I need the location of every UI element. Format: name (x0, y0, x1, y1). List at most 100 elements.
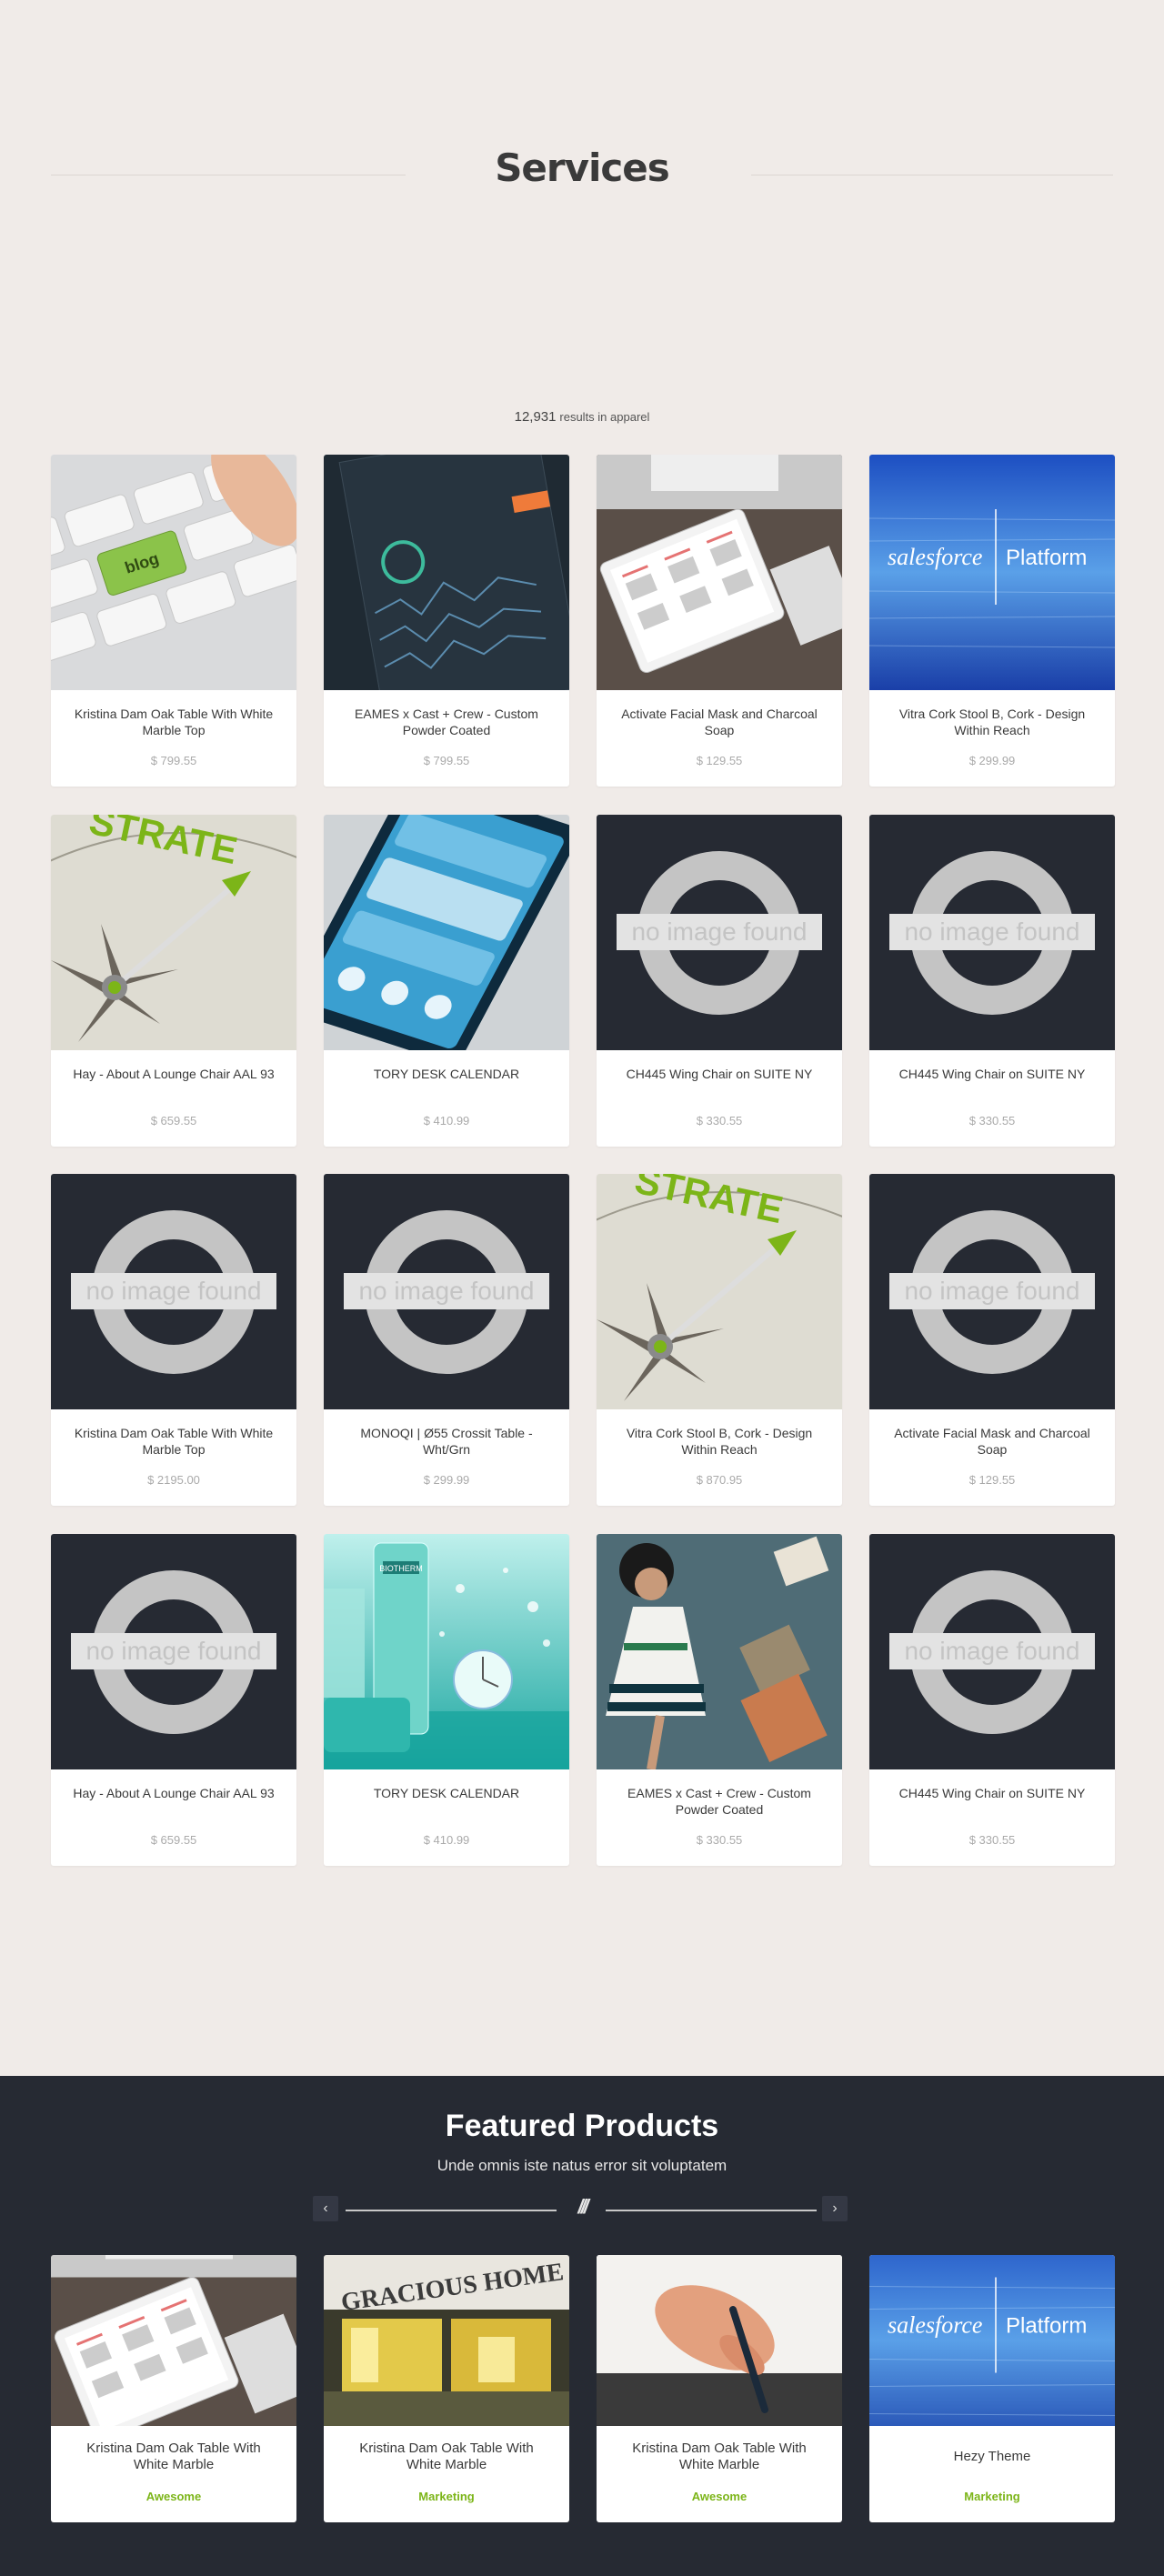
results-label: results in apparel (559, 410, 650, 424)
featured-title-text[interactable]: Hezy Theme (888, 2449, 1097, 2465)
product-card[interactable]: no image found CH445 Wing Chair on SUITE… (869, 1534, 1115, 1866)
product-card[interactable]: no image found CH445 Wing Chair on SUITE… (869, 815, 1115, 1147)
product-price: $ 2195.00 (147, 1473, 200, 1487)
product-card[interactable]: TORY DESK CALENDAR $ 410.99 (324, 815, 569, 1147)
svg-text:BIOTHERM: BIOTHERM (379, 1564, 423, 1573)
product-card[interactable]: blog Kristina Dam Oak Table With White M… (51, 455, 296, 787)
divider-slash-icon: /// (577, 2195, 588, 2218)
product-title[interactable]: Kristina Dam Oak Table With White Marble… (65, 1425, 283, 1458)
product-price: $ 870.95 (696, 1473, 743, 1487)
divider-line-left (346, 2210, 557, 2211)
featured-title-text[interactable]: Kristina Dam Oak Table With White Marble (69, 2441, 278, 2473)
product-price: $ 129.55 (968, 1473, 1016, 1487)
featured-card[interactable]: Kristina Dam Oak Table With White Marble… (597, 2255, 842, 2522)
product-image[interactable]: salesforce Platform (869, 455, 1115, 690)
product-card[interactable]: EAMES x Cast + Crew - Custom Powder Coat… (324, 455, 569, 787)
product-card[interactable]: no image found CH445 Wing Chair on SUITE… (597, 815, 842, 1147)
product-card[interactable]: STRATE Vitra Cork Stool B, Cork - Design… (597, 1174, 842, 1506)
no-image-label: no image found (85, 1637, 262, 1665)
no-image-label: no image found (904, 1637, 1080, 1665)
product-title[interactable]: EAMES x Cast + Crew - Custom Powder Coat… (610, 1785, 828, 1818)
no-image-placeholder[interactable]: no image found (869, 1174, 1115, 1409)
featured-title: Featured Products (445, 2109, 719, 2143)
product-image[interactable]: blog (51, 455, 296, 690)
product-image[interactable] (597, 1534, 842, 1769)
featured-category-tag[interactable]: Awesome (51, 2490, 296, 2503)
no-image-label: no image found (631, 917, 808, 946)
featured-title-text[interactable]: Kristina Dam Oak Table With White Marble (615, 2441, 824, 2473)
no-image-placeholder[interactable]: no image found (51, 1174, 296, 1409)
featured-image[interactable]: GRACIOUS HOME (324, 2255, 569, 2426)
services-header: Services (0, 0, 1164, 400)
product-title[interactable]: CH445 Wing Chair on SUITE NY (883, 1785, 1101, 1801)
featured-category-tag[interactable]: Marketing (324, 2490, 569, 2503)
product-image[interactable]: STRATE (597, 1174, 842, 1409)
product-title[interactable]: Kristina Dam Oak Table With White Marble… (65, 706, 283, 738)
featured-image[interactable] (597, 2255, 842, 2426)
no-image-placeholder[interactable]: no image found (869, 815, 1115, 1050)
product-image[interactable] (324, 455, 569, 690)
product-image[interactable]: STRATE (51, 815, 296, 1050)
no-image-placeholder[interactable]: no image found (869, 1534, 1115, 1769)
no-image-label: no image found (358, 1277, 535, 1305)
product-card[interactable]: no image found Hay - About A Lounge Chai… (51, 1534, 296, 1866)
product-card[interactable]: no image found Activate Facial Mask and … (869, 1174, 1115, 1506)
product-price: $ 330.55 (968, 1114, 1016, 1128)
product-price: $ 410.99 (423, 1833, 470, 1847)
featured-image[interactable]: salesforce Platform (869, 2255, 1115, 2426)
product-title[interactable]: Hay - About A Lounge Chair AAL 93 (65, 1066, 283, 1082)
product-card[interactable]: no image found MONOQI | Ø55 Crossit Tabl… (324, 1174, 569, 1506)
product-title[interactable]: Activate Facial Mask and Charcoal Soap (883, 1425, 1101, 1458)
product-card[interactable]: salesforce Platform Vitra Cork Stool B, … (869, 455, 1115, 787)
product-title[interactable]: MONOQI | Ø55 Crossit Table - Wht/Grn (337, 1425, 556, 1458)
product-title[interactable]: Activate Facial Mask and Charcoal Soap (610, 706, 828, 738)
product-price: $ 299.99 (968, 754, 1016, 767)
product-title[interactable]: Vitra Cork Stool B, Cork - Design Within… (883, 706, 1101, 738)
product-price: $ 659.55 (150, 1833, 197, 1847)
product-title[interactable]: Vitra Cork Stool B, Cork - Design Within… (610, 1425, 828, 1458)
product-title[interactable]: Hay - About A Lounge Chair AAL 93 (65, 1785, 283, 1801)
page-title: Services (495, 145, 670, 190)
product-image[interactable] (324, 815, 569, 1050)
product-card[interactable]: no image found Kristina Dam Oak Table Wi… (51, 1174, 296, 1506)
featured-title-text[interactable]: Kristina Dam Oak Table With White Marble (342, 2441, 551, 2473)
featured-card[interactable]: Kristina Dam Oak Table With White Marble… (51, 2255, 296, 2522)
featured-image[interactable] (51, 2255, 296, 2426)
product-price: $ 410.99 (423, 1114, 470, 1128)
product-card[interactable]: Activate Facial Mask and Charcoal Soap $… (597, 455, 842, 787)
product-title[interactable]: TORY DESK CALENDAR (337, 1066, 556, 1082)
product-image[interactable] (597, 455, 842, 690)
no-image-label: no image found (904, 1277, 1080, 1305)
product-price: $ 330.55 (696, 1833, 743, 1847)
featured-card[interactable]: salesforce Platform Hezy Theme Marketing (869, 2255, 1115, 2522)
product-card[interactable]: STRATE Hay - About A Lounge Chair AAL 93… (51, 815, 296, 1147)
carousel-prev-button[interactable]: ‹ (313, 2196, 338, 2221)
svg-text:salesforce: salesforce (888, 2312, 982, 2339)
featured-card[interactable]: GRACIOUS HOME Kristina Dam Oak Table Wit… (324, 2255, 569, 2522)
product-title[interactable]: TORY DESK CALENDAR (337, 1785, 556, 1801)
product-price: $ 330.55 (696, 1114, 743, 1128)
product-title[interactable]: CH445 Wing Chair on SUITE NY (610, 1066, 828, 1082)
carousel-next-button[interactable]: › (822, 2196, 848, 2221)
no-image-placeholder[interactable]: no image found (324, 1174, 569, 1409)
product-card[interactable]: BIOTHERM TORY DESK CALENDAR $ 410.99 (324, 1534, 569, 1866)
results-count: 12,931 results in apparel (0, 409, 1164, 425)
featured-category-tag[interactable]: Awesome (597, 2490, 842, 2503)
featured-section: Featured Products Unde omnis iste natus … (0, 2076, 1164, 2576)
product-image[interactable]: BIOTHERM (324, 1534, 569, 1769)
no-image-placeholder[interactable]: no image found (51, 1534, 296, 1769)
product-title[interactable]: EAMES x Cast + Crew - Custom Powder Coat… (337, 706, 556, 738)
product-title[interactable]: CH445 Wing Chair on SUITE NY (883, 1066, 1101, 1082)
product-price: $ 659.55 (150, 1114, 197, 1128)
no-image-placeholder[interactable]: no image found (597, 815, 842, 1050)
no-image-label: no image found (85, 1277, 262, 1305)
product-price: $ 330.55 (968, 1833, 1016, 1847)
product-price: $ 129.55 (696, 754, 743, 767)
svg-text:salesforce: salesforce (888, 544, 982, 570)
featured-subtitle: Unde omnis iste natus error sit voluptat… (436, 2157, 728, 2174)
results-number: 12,931 (514, 409, 557, 425)
divider-line-right (606, 2210, 817, 2211)
product-price: $ 799.55 (423, 754, 470, 767)
featured-category-tag[interactable]: Marketing (869, 2490, 1115, 2503)
product-card[interactable]: EAMES x Cast + Crew - Custom Powder Coat… (597, 1534, 842, 1866)
